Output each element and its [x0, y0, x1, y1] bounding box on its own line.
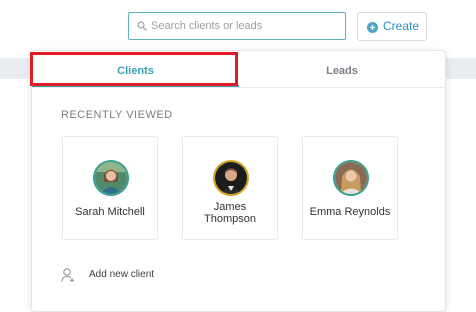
client-name: Emma Reynolds [309, 206, 391, 218]
search-input[interactable] [151, 13, 341, 39]
client-card-sarah-mitchell[interactable]: Sarah Mitchell [62, 136, 158, 240]
search-dropdown-panel: Clients Leads RECENTLY VIEWED Sarah Mitc… [31, 50, 446, 312]
client-card-emma-reynolds[interactable]: Emma Reynolds [302, 136, 398, 240]
search-icon [137, 21, 147, 31]
highlight-annotation [30, 52, 238, 86]
tab-leads[interactable]: Leads [239, 65, 445, 77]
client-name: Sarah Mitchell [75, 206, 145, 218]
create-label: Create [383, 19, 420, 33]
avatar [333, 160, 369, 196]
plus-circle-icon [367, 22, 378, 33]
recently-viewed-title: RECENTLY VIEWED [61, 109, 173, 121]
add-new-client-label: Add new client [89, 269, 155, 280]
create-button[interactable]: Create [357, 12, 427, 41]
add-new-client-button[interactable]: Add new client [61, 267, 201, 283]
client-name: James Thompson [204, 201, 256, 225]
tab-divider [32, 87, 445, 88]
search-box[interactable] [128, 12, 346, 40]
avatar [93, 160, 129, 196]
add-user-icon [61, 268, 75, 283]
client-card-james-thompson[interactable]: James Thompson [182, 136, 278, 240]
avatar [213, 160, 249, 196]
